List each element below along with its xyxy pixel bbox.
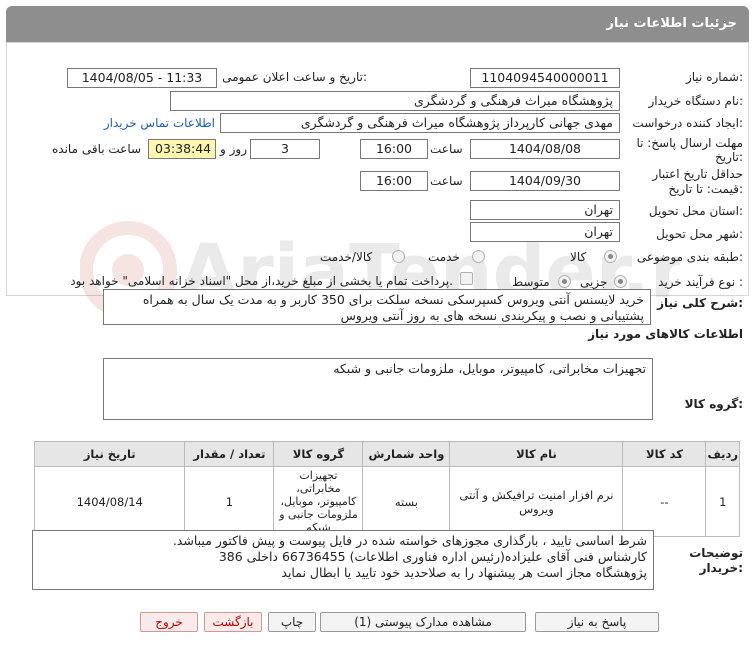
validity-label: حداقل تاریخ اعتبار	[652, 167, 743, 181]
category-goods-label: کالا	[570, 250, 587, 264]
page-header: جزئیات اطلاعات نیاز	[6, 6, 749, 42]
deadline-date-field: 1404/08/08	[470, 139, 620, 159]
validity-time-label: ساعت	[430, 174, 463, 188]
validity-time-field: 16:00	[360, 171, 428, 191]
cell-name: نرم افزار امنیت ترافیکش و آنتی ویروس	[449, 466, 624, 537]
remaining-time-label: ساعت باقی مانده	[52, 142, 142, 156]
process-medium-radio[interactable]	[558, 275, 571, 288]
goods-group-box: تجهیزات مخابراتی، کامپیوتر، موبایل، ملزو…	[103, 358, 653, 420]
buyer-notes-box: شرط اساسی تایید ، بارگذاری مجوزهای خواست…	[32, 530, 654, 590]
buyer-org-field: پژوهشگاه میراث فرهنگی و گردشگری	[170, 91, 620, 111]
process-medium-label: متوسط	[512, 275, 550, 289]
city-field: تهران	[470, 222, 620, 242]
process-label: نوع فرآیند خرید :	[658, 275, 743, 289]
col-code: کد کالا	[622, 441, 707, 467]
col-qty: تعداد / مقدار	[184, 441, 275, 467]
items-table: ردیف کد کالا نام کالا واحد شمارش گروه کا…	[33, 441, 740, 537]
province-field: تهران	[470, 200, 620, 220]
reply-button[interactable]: پاسخ به نیاز	[535, 612, 659, 632]
category-goods-radio[interactable]	[604, 250, 617, 263]
col-need-date: تاریخ نیاز	[33, 441, 186, 467]
process-minor-label: جزیی	[580, 275, 608, 289]
buyer-note-line: کارشناس فنی آقای علیزاده(رئیس اداره فناو…	[218, 549, 647, 564]
announce-date-label: تاریخ و ساعت اعلان عمومی:	[222, 70, 367, 84]
deadline-label: مهلت ارسال پاسخ: تا	[636, 136, 743, 150]
days-label: روز و	[220, 142, 247, 156]
view-attachments-button[interactable]: مشاهده مدارک پیوستی (1)	[320, 612, 526, 632]
col-name: نام کالا	[449, 441, 624, 467]
cell-unit: بسته	[362, 466, 451, 537]
category-label: طبقه بندی موضوعی:	[636, 250, 743, 264]
print-button[interactable]: چاپ	[268, 612, 316, 632]
back-button[interactable]: بازگشت	[204, 612, 262, 632]
page-title: جزئیات اطلاعات نیاز	[606, 16, 737, 31]
need-number-field: 1104094540000011	[470, 68, 620, 88]
col-row: ردیف	[705, 441, 740, 467]
buyer-org-label: نام دستگاه خریدار:	[648, 94, 744, 108]
category-service-radio[interactable]	[472, 250, 485, 263]
validity-label-date: قیمت: تا تاریخ:	[668, 182, 743, 196]
cell-need-date: 1404/08/14	[33, 466, 186, 537]
creator-label: ایجاد کننده درخواست:	[632, 116, 743, 130]
province-label: استان محل تحویل:	[648, 204, 743, 218]
cell-group: تجهیزات مخابراتی، کامپیوتر، موبایل، ملزو…	[273, 466, 364, 537]
remaining-time-field: 03:38:44	[148, 139, 216, 159]
category-both-label: کالا/خدمت	[320, 250, 373, 264]
buyer-note-line: شرط اساسی تایید ، بارگذاری مجوزهای خواست…	[172, 533, 647, 548]
cell-code: --	[622, 466, 707, 537]
cell-row: 1	[705, 466, 740, 537]
category-service-label: خدمت	[428, 250, 460, 264]
description-label: شرح کلی نیاز:	[657, 296, 743, 310]
treasury-payment-checkbox[interactable]	[460, 272, 473, 285]
treasury-payment-note: پرداخت تمام یا بخشی از مبلغ خرید،از محل …	[70, 274, 453, 288]
category-both-radio[interactable]	[392, 250, 405, 263]
announce-date-field: 1404/08/05 - 11:33	[67, 68, 217, 88]
days-remaining-field: 3	[250, 139, 320, 159]
col-unit: واحد شمارش	[362, 441, 451, 467]
goods-group-label: گروه کالا:	[684, 397, 743, 411]
table-row[interactable]: 1 -- نرم افزار امنیت ترافیکش و آنتی ویرو…	[33, 466, 740, 537]
goods-section-title: اطلاعات کالاهای مورد نیاز	[588, 327, 743, 341]
deadline-time-field: 16:00	[360, 139, 428, 159]
table-header-row: ردیف کد کالا نام کالا واحد شمارش گروه کا…	[33, 441, 740, 467]
buyer-note-line: پژوهشگاه مجاز است هر پیشنهاد را به صلاحد…	[281, 565, 647, 580]
deadline-time-label: ساعت	[430, 142, 463, 156]
validity-date-field: 1404/09/30	[470, 171, 620, 191]
buyer-contact-link[interactable]: اطلاعات تماس خریدار	[104, 116, 215, 130]
deadline-label-date: تاریخ:	[715, 150, 743, 164]
exit-button[interactable]: خروج	[140, 612, 198, 632]
creator-field: مهدی جهانی کارپرداز پژوهشگاه میراث فرهنگ…	[220, 113, 620, 133]
buyer-notes-label-2: خریدار:	[699, 561, 743, 575]
buyer-notes-label: توضیحات	[689, 546, 743, 560]
cell-qty: 1	[184, 466, 275, 537]
process-minor-radio[interactable]	[614, 275, 627, 288]
city-label: شهر محل تحویل:	[656, 227, 743, 241]
description-box: خرید لایسنس آنتی ویروس کسپرسکی نسخه سلکت…	[103, 289, 651, 325]
need-number-label: شماره نیاز:	[685, 70, 743, 84]
col-group: گروه کالا	[273, 441, 364, 467]
